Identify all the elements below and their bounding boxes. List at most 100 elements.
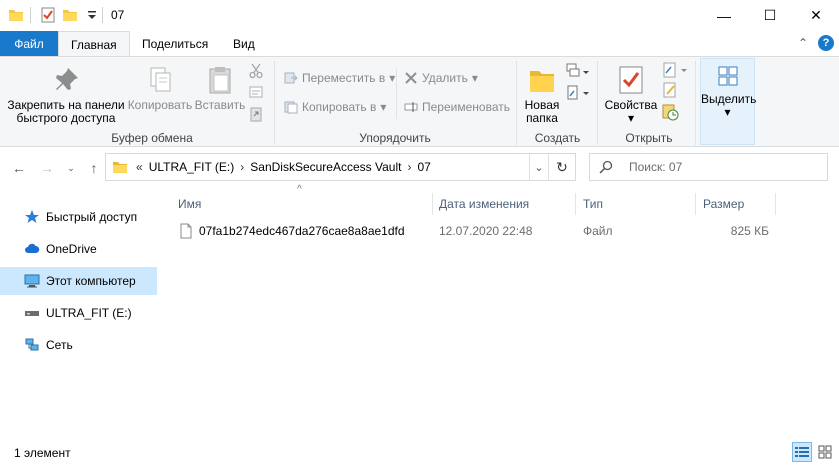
computer-icon <box>24 274 40 288</box>
up-button[interactable]: ↑ <box>83 157 105 179</box>
select-button[interactable]: Выделить ▾ <box>700 58 756 145</box>
column-header-name[interactable]: Имя <box>178 193 432 215</box>
ribbon-tabs: Файл Главная Поделиться Вид ⌃ ? <box>0 31 839 57</box>
open-icon[interactable] <box>662 62 688 78</box>
status-item-count: 1 элемент <box>14 446 71 460</box>
dropdown-arrow-icon: ▾ <box>724 105 731 119</box>
edit-icon[interactable] <box>662 82 678 98</box>
search-icon <box>599 160 613 174</box>
copy-icon <box>150 67 171 92</box>
details-view-button[interactable] <box>792 442 812 462</box>
sidebar-item-this-pc[interactable]: Этот компьютер <box>0 267 157 295</box>
recent-locations-button[interactable]: ⌄ <box>60 157 82 179</box>
paste-icon <box>209 67 231 94</box>
file-name[interactable]: 07fa1b274edc467da276cae8a8ae1dfd <box>199 221 405 241</box>
delete-x-icon <box>405 72 417 84</box>
dropdown-arrow-icon: ▾ <box>389 71 396 85</box>
new-folder-button[interactable]: Новая папка <box>522 65 562 125</box>
network-icon <box>25 338 39 351</box>
history-icon[interactable] <box>662 104 680 122</box>
large-icons-view-button[interactable] <box>815 442 835 462</box>
window-title: 07 <box>111 8 125 22</box>
select-grid-icon <box>718 66 737 86</box>
group-separator <box>516 61 517 145</box>
back-button[interactable]: ← <box>8 157 30 179</box>
breadcrumb-vault[interactable]: SanDiskSecureAccess Vault <box>246 160 405 174</box>
rename-icon <box>404 102 418 112</box>
new-item-icon[interactable] <box>566 63 590 81</box>
search-box[interactable]: Поиск: 07 <box>589 153 828 181</box>
group-label-clipboard: Буфер обмена <box>111 131 193 145</box>
column-header-size[interactable]: Размер <box>703 193 775 215</box>
properties-button[interactable]: Свойства ▾ <box>602 65 660 125</box>
search-input[interactable]: Поиск: 07 <box>629 160 682 174</box>
sidebar-item-network[interactable]: Сеть <box>0 331 157 359</box>
star-icon <box>25 210 39 223</box>
breadcrumb-separator[interactable]: › <box>238 160 246 174</box>
separator <box>102 7 103 23</box>
tab-share[interactable]: Поделиться <box>130 31 220 56</box>
move-to-button[interactable]: Переместить в ▾ <box>284 71 395 85</box>
file-date: 12.07.2020 22:48 <box>439 224 533 238</box>
sidebar-item-quick-access[interactable]: Быстрый доступ <box>0 203 157 231</box>
paste-button[interactable]: Вставить <box>194 65 246 112</box>
copy-button[interactable]: Копировать <box>126 65 194 112</box>
maximize-button[interactable]: ☐ <box>747 0 793 31</box>
easy-access-icon[interactable] <box>566 84 590 102</box>
properties-quick-icon[interactable] <box>40 7 56 23</box>
minimize-button[interactable]: — <box>701 0 747 31</box>
properties-icon <box>619 66 643 94</box>
group-separator <box>695 61 696 145</box>
breadcrumb-current[interactable]: 07 <box>413 160 434 174</box>
sidebar-item-usb-drive[interactable]: ULTRA_FIT (E:) <box>0 299 157 327</box>
address-dropdown-icon[interactable]: ⌄ <box>530 161 548 174</box>
tab-view[interactable]: Вид <box>221 31 267 56</box>
paste-shortcut-icon[interactable] <box>249 106 263 122</box>
customize-toolbar-icon[interactable] <box>84 7 100 23</box>
usb-drive-icon <box>25 311 39 316</box>
new-folder-quick-icon[interactable] <box>62 7 78 23</box>
collapse-ribbon-icon[interactable]: ⌃ <box>798 36 808 50</box>
copy-to-button[interactable]: Копировать в ▾ <box>284 100 386 114</box>
separator <box>396 69 397 119</box>
separator <box>30 7 31 23</box>
breadcrumb-separator[interactable]: › <box>405 160 413 174</box>
cloud-icon <box>25 243 40 253</box>
folder-icon <box>113 162 127 173</box>
sidebar-item-onedrive[interactable]: OneDrive <box>0 235 157 263</box>
close-button[interactable]: ✕ <box>793 0 839 31</box>
folder-icon <box>9 10 23 21</box>
dropdown-arrow-icon: ▾ <box>380 100 387 114</box>
address-bar[interactable]: « ULTRA_FIT (E:) › SanDiskSecureAccess V… <box>105 153 576 181</box>
cut-icon[interactable] <box>249 63 263 79</box>
group-label-new: Создать <box>534 131 581 145</box>
group-separator <box>274 61 275 145</box>
pin-icon <box>56 68 78 90</box>
file-type: Файл <box>583 224 613 238</box>
breadcrumb-overflow[interactable]: « <box>134 160 145 174</box>
file-icon <box>180 223 192 239</box>
column-header-type[interactable]: Тип <box>583 193 695 215</box>
delete-button[interactable]: Удалить ▾ <box>404 71 478 85</box>
forward-button[interactable]: → <box>36 157 58 179</box>
group-separator <box>597 61 598 145</box>
help-icon[interactable]: ? <box>818 35 834 51</box>
dropdown-arrow-icon: ▾ <box>471 71 478 85</box>
ribbon: Закрепить на панели быстрого доступа Коп… <box>0 56 839 147</box>
tab-home[interactable]: Главная <box>58 31 130 57</box>
move-to-icon <box>284 72 298 84</box>
refresh-icon[interactable]: ↻ <box>549 159 575 176</box>
file-size: 825 КБ <box>730 224 769 238</box>
group-label-open: Открыть <box>625 131 673 145</box>
pin-quick-access-button[interactable]: Закрепить на панели быстрого доступа <box>4 65 128 125</box>
tab-file[interactable]: Файл <box>0 31 58 56</box>
new-folder-icon <box>530 71 554 92</box>
copy-path-icon[interactable] <box>249 85 263 99</box>
copy-to-icon <box>284 101 298 114</box>
column-header-date[interactable]: Дата изменения <box>439 193 575 215</box>
details-view-icon <box>795 447 809 457</box>
dropdown-arrow-icon: ▾ <box>627 111 635 125</box>
rename-button[interactable]: Переименовать <box>404 100 510 114</box>
breadcrumb-drive[interactable]: ULTRA_FIT (E:) <box>145 160 239 174</box>
large-icons-view-icon <box>818 445 832 459</box>
